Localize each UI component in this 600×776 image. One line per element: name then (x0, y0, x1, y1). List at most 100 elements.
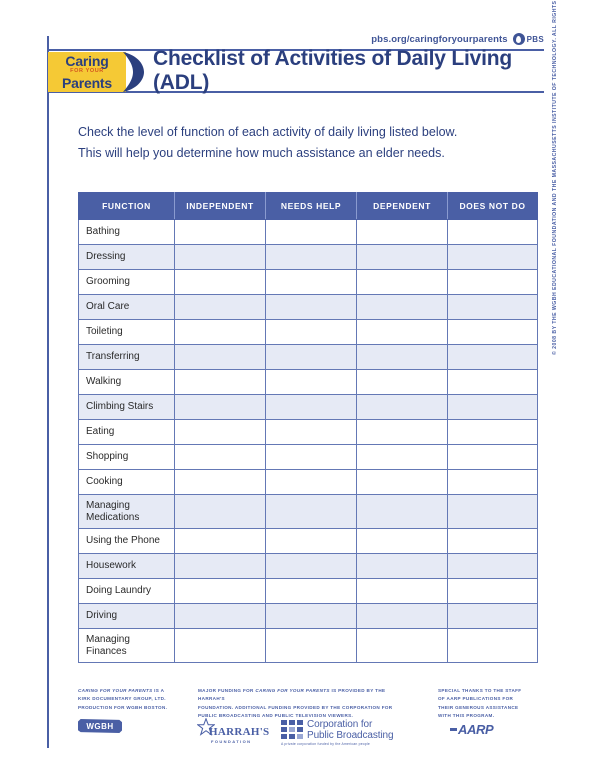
function-cell: Cooking (78, 469, 175, 495)
checkbox-cell-does-not-do[interactable] (447, 578, 538, 604)
checkbox-cell-independent[interactable] (174, 419, 266, 445)
checkbox-cell-dependent[interactable] (356, 578, 448, 604)
checkbox-cell-does-not-do[interactable] (447, 494, 538, 529)
table-body: Bathing Dressing Grooming Oral Care Toiletin… (78, 219, 538, 663)
checkbox-cell-needs-help[interactable] (265, 294, 357, 320)
checkbox-cell-needs-help[interactable] (265, 219, 357, 245)
table-row: Housework (78, 553, 538, 579)
table-row: Doing Laundry (78, 578, 538, 604)
checkbox-cell-independent[interactable] (174, 219, 266, 245)
function-cell: Driving (78, 603, 175, 629)
checkbox-cell-dependent[interactable] (356, 344, 448, 370)
checkbox-cell-dependent[interactable] (356, 294, 448, 320)
checkbox-cell-dependent[interactable] (356, 419, 448, 445)
checkbox-cell-needs-help[interactable] (265, 319, 357, 345)
checkbox-cell-dependent[interactable] (356, 528, 448, 554)
checkbox-cell-dependent[interactable] (356, 369, 448, 395)
checkbox-cell-dependent[interactable] (356, 628, 448, 663)
checkbox-cell-independent[interactable] (174, 528, 266, 554)
checkbox-cell-independent[interactable] (174, 369, 266, 395)
checkbox-cell-needs-help[interactable] (265, 528, 357, 554)
column-header-needs-help: NEEDS HELP (265, 192, 357, 220)
checkbox-cell-dependent[interactable] (356, 319, 448, 345)
function-cell: Dressing (78, 244, 175, 270)
checkbox-cell-independent[interactable] (174, 319, 266, 345)
checkbox-cell-needs-help[interactable] (265, 269, 357, 295)
table-header-row: FUNCTION INDEPENDENT NEEDS HELP DEPENDEN… (78, 192, 538, 220)
checkbox-cell-does-not-do[interactable] (447, 394, 538, 420)
checkbox-cell-dependent[interactable] (356, 269, 448, 295)
pbs-logo: PBS (512, 33, 544, 45)
function-cell: Housework (78, 553, 175, 579)
leaf-swoosh-icon (123, 52, 144, 92)
table-row: Dressing (78, 244, 538, 270)
checkbox-cell-dependent[interactable] (356, 469, 448, 495)
harrahs-foundation-logo: HARRAH'S FOUNDATION (195, 717, 269, 747)
checkbox-cell-does-not-do[interactable] (447, 628, 538, 663)
pbs-url-link[interactable]: pbs.org/caringforyourparents (371, 34, 507, 45)
checkbox-cell-dependent[interactable] (356, 444, 448, 470)
cpb-logo: Corporation for Public Broadcasting A pr… (281, 719, 431, 747)
table-row: Oral Care (78, 294, 538, 320)
checkbox-cell-needs-help[interactable] (265, 494, 357, 529)
checkbox-cell-does-not-do[interactable] (447, 269, 538, 295)
checkbox-cell-independent[interactable] (174, 628, 266, 663)
checkbox-cell-needs-help[interactable] (265, 469, 357, 495)
checkbox-cell-does-not-do[interactable] (447, 294, 538, 320)
header-band: Caring FOR YOUR Parents Checklist of Act… (47, 47, 544, 94)
table-row: Bathing (78, 219, 538, 245)
checkbox-cell-dependent[interactable] (356, 394, 448, 420)
checkbox-cell-needs-help[interactable] (265, 444, 357, 470)
checkbox-cell-dependent[interactable] (356, 244, 448, 270)
cpb-line-2: Public Broadcasting (307, 730, 394, 741)
checkbox-cell-independent[interactable] (174, 553, 266, 579)
column-header-function: FUNCTION (78, 192, 175, 220)
checkbox-cell-does-not-do[interactable] (447, 369, 538, 395)
checkbox-cell-needs-help[interactable] (265, 394, 357, 420)
checkbox-cell-does-not-do[interactable] (447, 469, 538, 495)
checkbox-cell-independent[interactable] (174, 494, 266, 529)
footer-col2-text: MAJOR FUNDING FOR CARING FOR YOUR PARENT… (198, 687, 398, 721)
checkbox-cell-independent[interactable] (174, 344, 266, 370)
checkbox-cell-dependent[interactable] (356, 219, 448, 245)
checkbox-cell-does-not-do[interactable] (447, 528, 538, 554)
checkbox-cell-does-not-do[interactable] (447, 419, 538, 445)
function-cell: Managing Medications (78, 494, 175, 529)
checkbox-cell-needs-help[interactable] (265, 419, 357, 445)
function-cell: Using the Phone (78, 528, 175, 554)
checkbox-cell-independent[interactable] (174, 578, 266, 604)
checkbox-cell-dependent[interactable] (356, 494, 448, 529)
checkbox-cell-dependent[interactable] (356, 553, 448, 579)
checkbox-cell-independent[interactable] (174, 244, 266, 270)
checkbox-cell-does-not-do[interactable] (447, 344, 538, 370)
checkbox-cell-needs-help[interactable] (265, 603, 357, 629)
checkbox-cell-dependent[interactable] (356, 603, 448, 629)
checkbox-cell-independent[interactable] (174, 269, 266, 295)
checkbox-cell-needs-help[interactable] (265, 344, 357, 370)
checkbox-cell-does-not-do[interactable] (447, 603, 538, 629)
checkbox-cell-does-not-do[interactable] (447, 553, 538, 579)
left-margin-rule (47, 36, 49, 748)
checkbox-cell-needs-help[interactable] (265, 628, 357, 663)
checkbox-cell-does-not-do[interactable] (447, 219, 538, 245)
checkbox-cell-does-not-do[interactable] (447, 244, 538, 270)
checkbox-cell-does-not-do[interactable] (447, 444, 538, 470)
checkbox-cell-needs-help[interactable] (265, 369, 357, 395)
checkbox-cell-independent[interactable] (174, 469, 266, 495)
wgbh-logo: WGBH (78, 719, 122, 733)
checkbox-cell-independent[interactable] (174, 294, 266, 320)
checkbox-cell-independent[interactable] (174, 603, 266, 629)
footer-col1-line3: PRODUCTION FOR WGBH BOSTON. (78, 704, 168, 710)
checkbox-cell-independent[interactable] (174, 444, 266, 470)
table-row: Transferring (78, 344, 538, 370)
footer-col3-line1: SPECIAL THANKS TO THE STAFF (438, 688, 522, 693)
footer: CARING FOR YOUR PARENTS IS A KIRK DOCUME… (78, 687, 544, 759)
function-cell: Bathing (78, 219, 175, 245)
checkbox-cell-independent[interactable] (174, 394, 266, 420)
checkbox-cell-needs-help[interactable] (265, 578, 357, 604)
checkbox-cell-needs-help[interactable] (265, 244, 357, 270)
footer-credit-thanks: SPECIAL THANKS TO THE STAFF OF AARP PUBL… (438, 687, 548, 721)
checkbox-cell-needs-help[interactable] (265, 553, 357, 579)
checkbox-cell-does-not-do[interactable] (447, 319, 538, 345)
footer-credit-production: CARING FOR YOUR PARENTS IS A KIRK DOCUME… (78, 687, 183, 712)
